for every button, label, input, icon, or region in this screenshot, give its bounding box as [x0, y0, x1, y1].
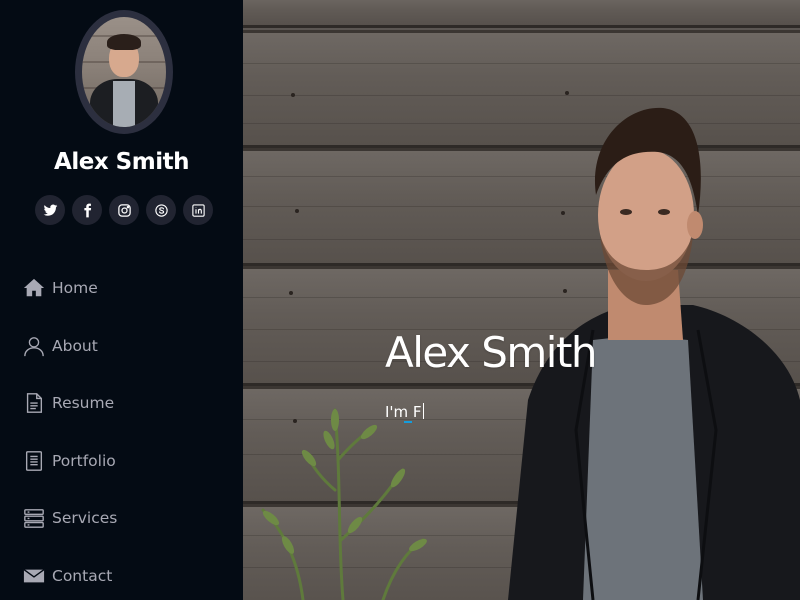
nav-item-home[interactable]: Home	[23, 270, 117, 306]
hero-section: Alex Smith I'm F	[243, 0, 800, 600]
typing-cursor	[422, 403, 424, 419]
nav-label: Services	[52, 509, 118, 527]
user-icon	[23, 335, 45, 357]
social-links	[35, 195, 213, 225]
nav-item-services[interactable]: Services	[23, 500, 117, 536]
nav-label: Home	[52, 279, 98, 297]
page: Alex Smith Home About Resume Portfolio S…	[0, 0, 800, 600]
envelope-icon	[23, 565, 45, 587]
profile-name: Alex Smith	[54, 149, 189, 175]
skype-icon	[154, 203, 168, 217]
document-icon	[23, 392, 45, 414]
home-icon	[23, 277, 45, 299]
skype-button[interactable]	[146, 195, 176, 225]
facebook-icon	[83, 203, 91, 217]
nav-label: Resume	[52, 394, 115, 412]
linkedin-icon	[191, 203, 205, 217]
nav-item-resume[interactable]: Resume	[23, 385, 117, 421]
nav-item-about[interactable]: About	[23, 328, 117, 364]
sidebar: Alex Smith Home About Resume Portfolio S…	[0, 0, 243, 600]
nav-item-contact[interactable]: Contact	[23, 558, 117, 594]
nav-label: Contact	[52, 566, 113, 585]
server-icon	[23, 507, 45, 529]
nav-label: About	[52, 336, 98, 355]
book-icon	[23, 450, 45, 472]
linkedin-button[interactable]	[183, 195, 213, 225]
typed-text: I'm F	[385, 403, 422, 421]
avatar	[75, 10, 173, 134]
instagram-button[interactable]	[109, 195, 139, 225]
facebook-button[interactable]	[72, 195, 102, 225]
nav-menu: Home About Resume Portfolio Services Con…	[23, 270, 117, 600]
twitter-icon	[43, 204, 57, 216]
nav-label: Portfolio	[52, 451, 116, 470]
twitter-button[interactable]	[35, 195, 65, 225]
hero-subtitle: I'm F	[385, 403, 424, 423]
avatar-ring	[75, 10, 173, 134]
plant-image	[261, 408, 427, 600]
avatar-photo	[82, 17, 166, 127]
instagram-icon	[117, 203, 131, 217]
hero-title: Alex Smith	[385, 328, 598, 377]
fence-plank	[243, 0, 800, 28]
nav-item-portfolio[interactable]: Portfolio	[23, 443, 117, 479]
accent-underline	[404, 421, 412, 423]
